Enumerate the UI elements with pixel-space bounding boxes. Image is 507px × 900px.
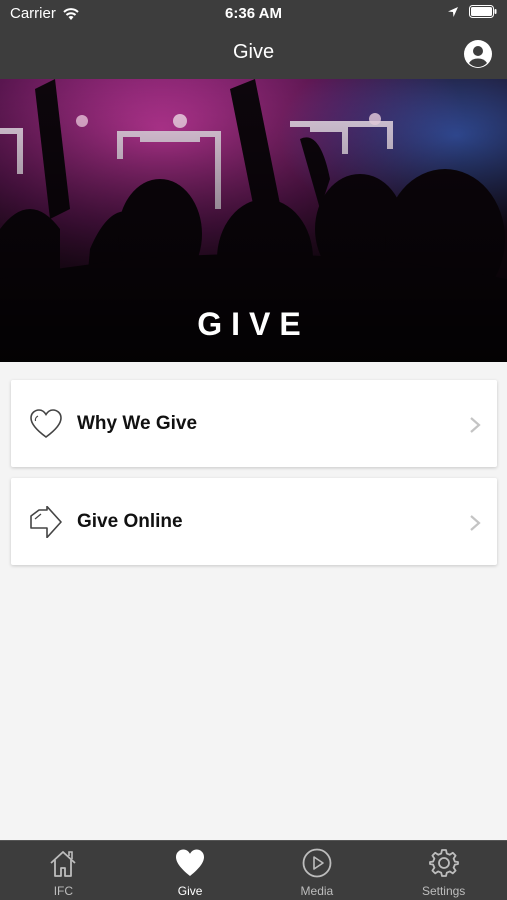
why-we-give-card[interactable]: Why We Give	[11, 380, 497, 467]
status-bar: Carrier 6:36 AM	[0, 0, 507, 28]
tab-give[interactable]: Give	[127, 841, 254, 900]
profile-icon[interactable]	[464, 40, 492, 68]
tab-bar: IFC Give Media Settings	[0, 840, 507, 900]
home-icon	[50, 851, 76, 877]
navigation-bar: Give	[0, 28, 507, 79]
tab-settings-label: Settings	[421, 884, 466, 898]
tab-ifc[interactable]: IFC	[0, 841, 127, 900]
why-we-give-label: Why We Give	[77, 413, 198, 434]
chevron-right-icon	[470, 515, 481, 531]
arrow-right-outline-icon	[30, 506, 62, 538]
hero-title: GIVE	[197, 306, 310, 342]
status-time: 6:36 AM	[225, 5, 282, 22]
chevron-right-icon	[470, 417, 481, 433]
give-online-card[interactable]: Give Online	[11, 478, 497, 565]
battery-icon	[469, 5, 497, 18]
tab-ifc-label: IFC	[53, 884, 74, 898]
tab-give-label: Give	[177, 884, 203, 898]
page-title: Give	[232, 41, 275, 63]
heart-filled-icon	[176, 849, 205, 876]
play-circle-icon	[302, 848, 332, 878]
heart-outline-icon	[30, 409, 62, 438]
hero-banner: GIVE	[0, 79, 507, 362]
location-arrow-icon	[448, 6, 458, 17]
gear-icon	[428, 849, 459, 877]
give-online-label: Give Online	[77, 511, 183, 532]
tab-settings[interactable]: Settings	[380, 841, 507, 900]
tab-media[interactable]: Media	[254, 841, 381, 900]
tab-media-label: Media	[300, 884, 334, 898]
